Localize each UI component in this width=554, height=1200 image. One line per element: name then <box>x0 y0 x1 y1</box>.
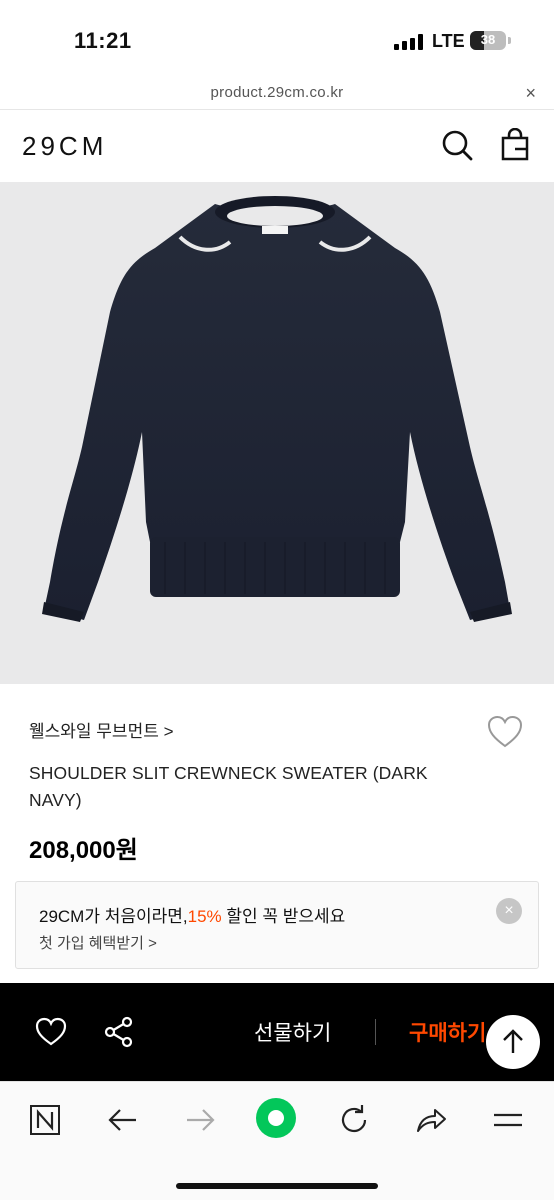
sweater-image <box>42 196 512 622</box>
menu-icon[interactable] <box>490 1102 526 1138</box>
shopping-bag-icon[interactable] <box>498 128 532 162</box>
home-green-icon[interactable] <box>254 1096 298 1140</box>
signup-benefit-link[interactable]: 첫 가입 혜택받기 > <box>39 932 157 953</box>
browser-toolbar <box>0 1081 554 1200</box>
network-type: LTE <box>432 31 465 51</box>
product-name: SHOULDER SLIT CREWNECK SWEATER (DARK NAV… <box>29 763 428 810</box>
heart-icon[interactable] <box>34 1015 68 1049</box>
promo-text-before: 29CM가 처음이라면, <box>39 907 188 926</box>
naver-n-icon[interactable] <box>27 1102 63 1138</box>
home-indicator <box>176 1183 378 1189</box>
heart-icon[interactable] <box>486 714 524 750</box>
gift-button[interactable]: 선물하기 <box>254 1017 331 1047</box>
site-logo[interactable]: 29CM <box>22 131 107 162</box>
battery-cap <box>508 37 511 44</box>
promo-text-after: 할인 꼭 받으세요 <box>221 907 346 926</box>
back-arrow-icon[interactable] <box>105 1102 141 1138</box>
close-icon[interactable]: × <box>525 83 536 104</box>
scroll-to-top-button[interactable] <box>486 1015 540 1069</box>
share-icon[interactable] <box>102 1015 136 1049</box>
battery-icon: 38 <box>470 31 506 50</box>
reload-icon[interactable] <box>336 1102 372 1138</box>
battery-percent: 38 <box>480 32 496 47</box>
brand-link[interactable]: 웰스와일 무브먼트 > <box>29 717 174 742</box>
status-bar: 11:21 LTE 38 <box>0 0 554 80</box>
search-icon[interactable] <box>440 128 474 162</box>
divider <box>375 1019 376 1045</box>
product-price: 208,000원 <box>29 837 138 864</box>
forward-arrow-icon[interactable] <box>182 1102 218 1138</box>
purchase-action-bar: 선물하기 구매하기 <box>0 983 554 1081</box>
promo-discount: 15% <box>187 907 222 926</box>
url-bar[interactable]: product.29cm.co.kr × <box>0 80 554 110</box>
share-arrow-icon[interactable] <box>413 1102 449 1138</box>
promo-banner[interactable]: 29CM가 처음이라면,15% 할인 꼭 받으세요 첫 가입 혜택받기 > × <box>15 881 539 969</box>
arrow-up-icon <box>503 1029 523 1053</box>
signal-icon <box>394 34 424 50</box>
status-time: 11:21 <box>74 28 132 53</box>
promo-text: 29CM가 처음이라면,15% 할인 꼭 받으세요 <box>39 902 345 927</box>
url-text[interactable]: product.29cm.co.kr <box>0 84 554 101</box>
site-header: 29CM <box>0 111 554 182</box>
buy-button[interactable]: 구매하기 <box>409 1017 486 1047</box>
close-icon[interactable]: × <box>496 898 522 924</box>
product-image[interactable] <box>0 182 554 684</box>
